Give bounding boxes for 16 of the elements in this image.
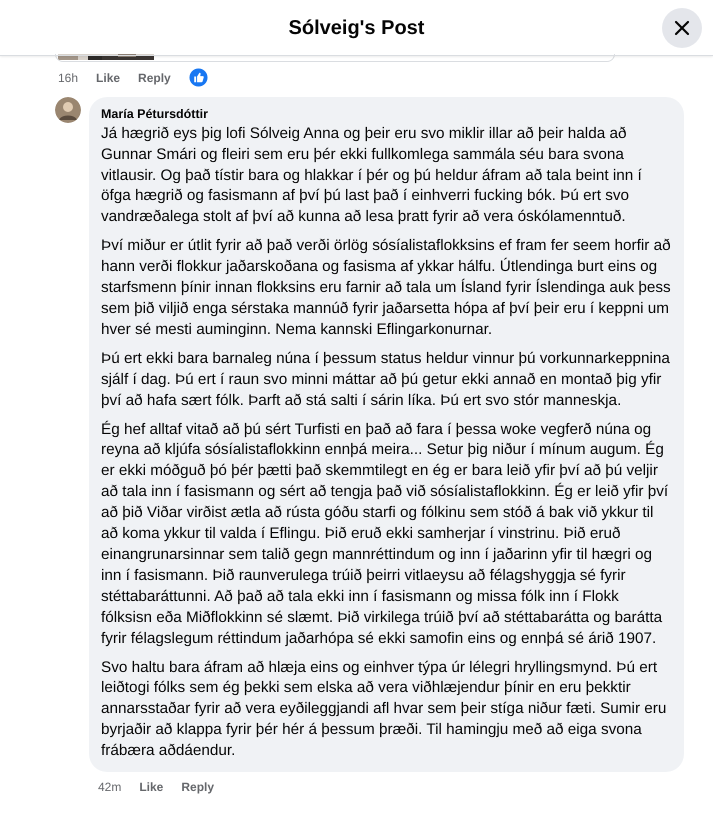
comment-text: Þú ert ekki bara barnaleg núna í þessum status heldur vinnur þú vorkunnarkeppnina sjálf í dag. Þú ert í raun svo minni máttar að þú getur ekki annað en montað þig yfir því að hafa sært fólk. Þarft að stá salti í sárin líka. Þú ert svo stór manneskja. — [101, 348, 671, 411]
comment-time: 42m — [98, 779, 122, 796]
comment-text: Já hægrið eys þig lofi Sólveig Anna og þeir eru svo miklir illar að þeir halda að Gunnar Smári og fleiri sem eru þér ekki fullkomlega sammála séu bara svona vitlausir. Og það tístir bara og hlakkar í þér og þú heldur áfram að tala beint inn í öfga hægrið og fasismann af því þú last það í einhverri fucking bók. Þú ert svo vandræðalega stolt af því að kunna að lesa þratt fyrir að vera óskólamenntuð. — [101, 124, 643, 228]
author-name[interactable]: María Pétursdóttir — [101, 105, 672, 124]
like-button[interactable]: Like — [96, 68, 120, 86]
reply-button[interactable]: Reply — [181, 778, 214, 796]
post-title: Sólveig's Post — [288, 16, 424, 40]
close-button[interactable] — [662, 8, 702, 48]
comment-text: Því miður er útlit fyrir að það verði örlög sósíalistaflokksins ef fram fer seem horfir að hann verði flokkur jaðarskoðana og fasisma af ykkar hálfu. Útlendinga burt eins og starfsmenn þínir innan flokksins eru farnir að tala um Ísland fyrir Íslendinga auk þess sem þið viljið enga sérstaka mannúð fyrir jaðarsetta hópa af því þeir eru í keppni um hver sé mesti auminginn. Nema kannski Eflingarkonurnar. — [101, 236, 672, 340]
close-icon — [674, 20, 690, 36]
comment-text: Svo haltu bara áfram að hlæja eins og einhver týpa úr lélegri hryllingsmynd. Þú ert leiðtogi fólks sem ég þekki sem elska að vera viðhlæjendur þínir en eru þekktir annarsstaðar fyrir að vera eyðileggjandi afl hvar sem þeir stíga niður fæti. Sumir eru byrjaðir að klappa fyrir þér hér á þessum þræði. Til hamingju með að eiga svona frábæra aðdáendur. — [101, 658, 668, 762]
comment-time: 16h — [58, 70, 78, 86]
avatar[interactable] — [55, 97, 81, 123]
like-button[interactable]: Like — [139, 778, 164, 796]
reply-button[interactable]: Reply — [138, 68, 171, 86]
comment-text: Ég hef alltaf vitað að þú sért Turfisti en það að fara í þessa woke vegferð núna og reyna að kljúfa sósíalistaflokkinn ennþá meira... Setur þig niður í mínum augum. Ég er ekki móðguð þó þér þætti það skemmtilegt en ég er bara leið yfir því að þú veljir að tala inn í fasismann og sért að tengja það við sósíalistaflokkinn. Ég er leið yfir því að þið Viðar virðist ætla að rústa góðu starfi og fólkinu sem stóð á bak við ykkur til að koma ykkur til valda í Eflingu. Þið eruð ekki samherjar í vinstrinu. Þið eruð einangrunarsinnar sem talið gegn mannréttindum og inn í jaðarinn yfir til hægri og inn í fasismann. Þið raunverulega trúið þeirri vitlaeysu að félagshyggja sé fyrir stéttabaráttunni. Að það að tala ekki inn í fasismann og missa fólk inn í Flokk fólksisn eða Miðflokkinn sé slæmt. Þið virkilega trúið því að stéttabarátta og barátta fyrir félagslegum réttindum jaðarhópa sé ekki samofin eins og ennþá sé árið 1907. — [101, 420, 670, 649]
